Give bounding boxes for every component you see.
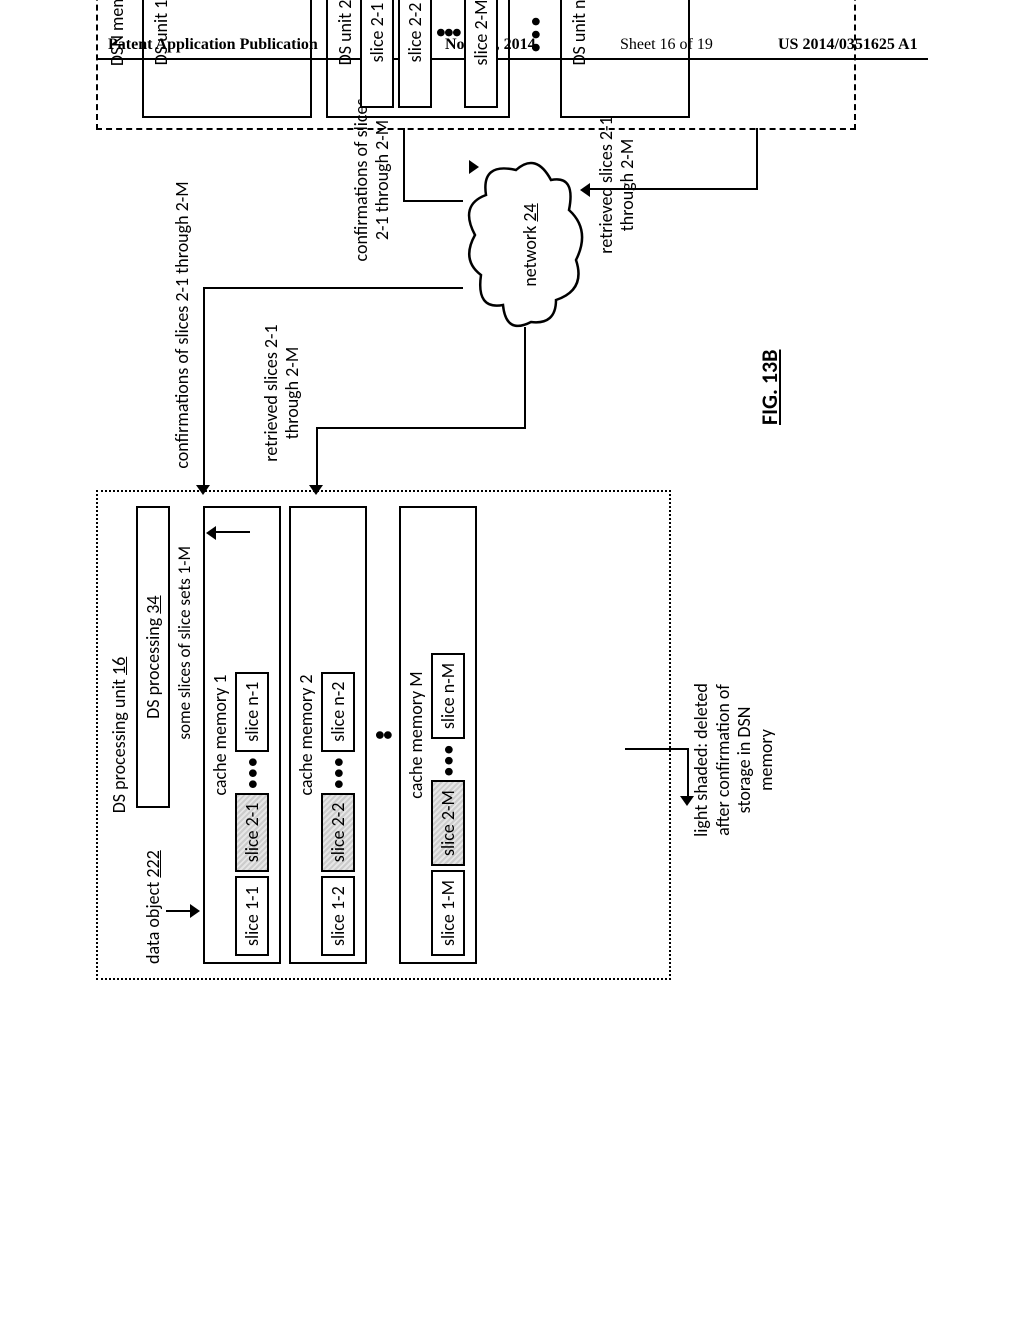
dsn-memory-title: DSN memory 22 — [106, 0, 128, 118]
ds-unit-n: DS unit n — [560, 0, 690, 118]
legend-note: light shaded: deleted after confirmation… — [691, 610, 777, 910]
slice-box: slice n-M — [431, 653, 465, 739]
label-retrieved-left: retrieved slices 2-1 through 2-M — [261, 308, 302, 478]
some-slices-label: some slices of slice sets 1-M — [174, 546, 195, 964]
ds-unit-2-label: DS unit 2 — [334, 0, 356, 108]
slice-box: slice n-1 — [235, 672, 269, 752]
network-label: network 24 — [519, 160, 541, 330]
ellipsis-icon: ••• — [241, 756, 263, 789]
slice-box: slice n-2 — [321, 672, 355, 752]
legend-line-1: light shaded: deleted — [691, 610, 713, 910]
figure-13b: DS processing unit 16 data object 222 DS… — [96, 0, 926, 980]
slice-box: slice 1-1 — [235, 876, 269, 956]
ds-unit-title-text: DS processing unit — [108, 675, 130, 813]
ds-processing-ref: 34 — [142, 595, 164, 613]
ds-processing-unit: DS processing unit 16 data object 222 DS… — [96, 490, 671, 980]
ellipsis-icon: ••• — [327, 756, 349, 789]
ellipsis-icon: ••• — [437, 743, 459, 776]
label-text-l2: through 2-M — [282, 308, 303, 478]
legend-line-4: memory — [756, 610, 778, 910]
cache-memory-2: cache memory 2 slice 1-2 slice 2-2 ••• s… — [289, 506, 367, 964]
slice-box: slice 2-2 — [398, 0, 432, 108]
network-label-ref: 24 — [519, 203, 541, 221]
vertical-ellipsis-icon: ••• — [436, 0, 460, 108]
dsn-title-text: DSN memory — [106, 0, 128, 66]
data-object-label: data object — [142, 878, 164, 964]
slice-box: slice 1-M — [431, 870, 465, 956]
data-object-ref: 222 — [142, 850, 164, 877]
dsn-memory: DSN memory 22 DS unit 1 DS unit 2 slice … — [96, 0, 856, 130]
arrow-down-icon — [164, 904, 198, 918]
ds-unit-2: DS unit 2 slice 2-1 slice 2-2 ••• slice … — [326, 0, 510, 118]
arrow-up-icon — [210, 524, 250, 540]
vertical-ellipsis-icon: •• — [375, 506, 391, 964]
slice-box-shaded: slice 2-1 — [235, 793, 269, 873]
slice-box-shaded: slice 2-2 — [321, 793, 355, 873]
ds-processing-unit-title: DS processing unit 16 — [108, 506, 130, 964]
ds-processing-module: DS processing 34 — [136, 506, 170, 808]
slice-box: slice 2-M — [464, 0, 498, 108]
ds-unit-n-label: DS unit n — [568, 0, 590, 66]
ellipsis-icon: ••• — [524, 0, 546, 118]
slice-box: slice 2-1 — [360, 0, 394, 108]
cache-memory-m: cache memory M slice 1-M slice 2-M ••• s… — [399, 506, 477, 964]
ds-unit-1-label: DS unit 1 — [150, 0, 172, 65]
cache-m-title: cache memory M — [405, 514, 427, 956]
label-text-l1: retrieved slices 2-1 — [261, 308, 282, 478]
legend-line-3: storage in DSN — [734, 610, 756, 910]
cache-1-title: cache memory 1 — [209, 514, 231, 956]
figure-label: FIG. 13B — [756, 350, 783, 425]
slice-box-shaded: slice 2-M — [431, 780, 465, 866]
ds-unit-title-ref: 16 — [108, 657, 130, 675]
ds-processing-label: DS processing — [142, 614, 164, 719]
data-object: data object 222 — [142, 850, 164, 964]
legend-line-2: after confirmation of — [713, 610, 735, 910]
network-label-text: network — [519, 222, 541, 287]
data-object-row: data object 222 DS processing 34 — [136, 506, 170, 964]
cache-2-title: cache memory 2 — [295, 514, 317, 956]
cache-memory-1: cache memory 1 slice 1-1 slice 2-1 ••• s… — [203, 506, 281, 964]
network-cloud: network 24 — [461, 160, 591, 330]
label-confirmations-left: confirmations of slices 2-1 through 2-M — [172, 170, 193, 480]
label-text: confirmations of slices 2-1 through 2-M — [172, 170, 193, 480]
slice-box: slice 1-2 — [321, 876, 355, 956]
ds-unit-1: DS unit 1 — [142, 0, 312, 118]
